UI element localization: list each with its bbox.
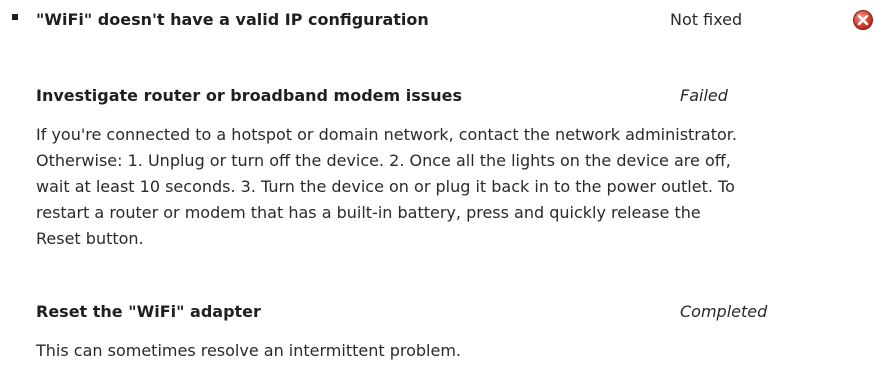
troubleshoot-step: Reset the "WiFi" adapter Completed This …	[36, 302, 796, 364]
step-title: Reset the "WiFi" adapter	[36, 302, 261, 321]
step-description: This can sometimes resolve an intermitte…	[36, 341, 462, 360]
issue-row: "WiFi" doesn't have a valid IP configura…	[10, 8, 873, 34]
bullet-icon	[12, 14, 18, 20]
step-result: Completed	[680, 302, 768, 321]
step-result: Failed	[680, 86, 728, 105]
issue-title: "WiFi" doesn't have a valid IP configura…	[36, 10, 429, 29]
issue-status: Not fixed	[670, 10, 743, 29]
step-description: If you're connected to a hotspot or doma…	[36, 125, 737, 248]
step-header: Investigate router or broadband modem is…	[36, 86, 796, 108]
troubleshoot-step: Investigate router or broadband modem is…	[36, 86, 796, 252]
step-title: Investigate router or broadband modem is…	[36, 86, 463, 105]
error-icon	[852, 9, 874, 31]
step-header: Reset the "WiFi" adapter Completed	[36, 302, 796, 324]
